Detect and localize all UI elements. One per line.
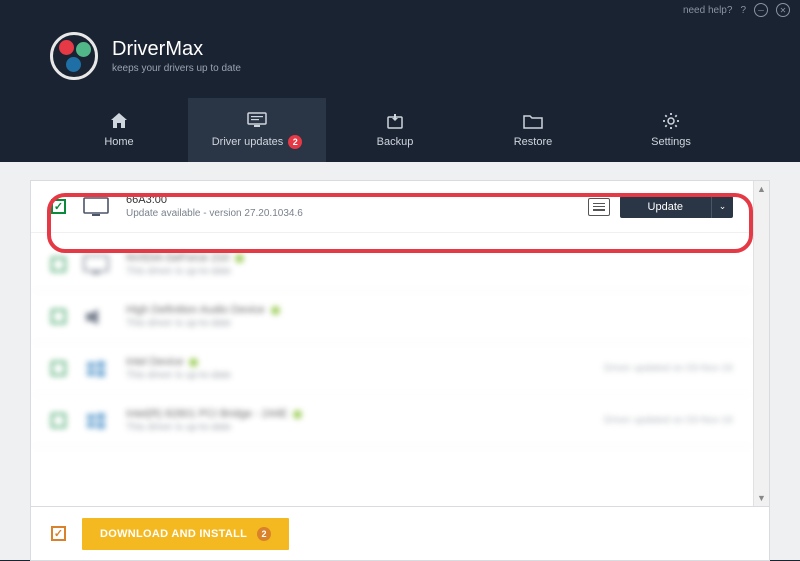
nav-driver-updates[interactable]: Driver updates 2 bbox=[188, 98, 326, 162]
driver-status: This driver is up-to-date bbox=[126, 370, 588, 381]
details-icon[interactable] bbox=[588, 198, 610, 216]
driver-row[interactable]: NVIDIA GeForce 210 This driver is up-to-… bbox=[31, 239, 753, 291]
driver-row[interactable]: Intel Device This driver is up-to-date D… bbox=[31, 343, 753, 395]
driver-name: High Definition Audio Device bbox=[126, 304, 265, 316]
scroll-up-icon[interactable]: ▲ bbox=[754, 181, 769, 197]
nav-label: Driver updates bbox=[212, 136, 284, 148]
driver-name: NVIDIA GeForce 210 bbox=[126, 252, 229, 264]
main-nav: Home Driver updates 2 Backup Restore Set… bbox=[0, 98, 800, 162]
app-title: DriverMax bbox=[112, 38, 241, 61]
nav-label: Settings bbox=[651, 136, 691, 148]
driver-checkbox[interactable] bbox=[51, 413, 66, 428]
minimize-button[interactable]: ─ bbox=[754, 3, 768, 17]
download-install-button[interactable]: DOWNLOAD AND INSTALL 2 bbox=[82, 518, 289, 550]
driver-checkbox[interactable] bbox=[51, 257, 66, 272]
driver-status: This driver is up-to-date bbox=[126, 318, 733, 329]
nav-settings[interactable]: Settings bbox=[602, 98, 740, 162]
windows-device-icon bbox=[82, 358, 110, 380]
update-button-label: Update bbox=[620, 201, 711, 213]
audio-device-icon bbox=[82, 306, 110, 328]
driver-note: Driver updated on 03-Nov-16 bbox=[604, 363, 733, 374]
backup-icon bbox=[385, 112, 405, 130]
monitor-device-icon bbox=[82, 196, 110, 218]
nav-label: Backup bbox=[377, 136, 414, 148]
driver-status: This driver is up-to-date bbox=[126, 422, 588, 433]
status-dot-icon bbox=[271, 306, 280, 315]
status-dot-icon bbox=[293, 410, 302, 419]
download-badge: 2 bbox=[257, 527, 271, 541]
app-logo-icon bbox=[50, 32, 98, 80]
status-dot-icon bbox=[189, 358, 198, 367]
driver-row[interactable]: High Definition Audio Device This driver… bbox=[31, 291, 753, 343]
driver-note: Driver updated on 03-Nov-16 bbox=[604, 415, 733, 426]
driver-checkbox[interactable] bbox=[51, 309, 66, 324]
folder-icon bbox=[523, 112, 543, 130]
driver-row-featured[interactable]: ✓ 66A3:00 Update available - version 27.… bbox=[31, 181, 753, 233]
monitor-icon bbox=[247, 111, 267, 129]
question-icon[interactable]: ? bbox=[740, 5, 746, 16]
update-button[interactable]: Update ⌄ bbox=[620, 196, 733, 218]
app-tagline: keeps your drivers up to date bbox=[112, 63, 241, 74]
select-all-checkbox[interactable]: ✓ bbox=[51, 526, 66, 541]
home-icon bbox=[109, 112, 129, 130]
nav-home[interactable]: Home bbox=[50, 98, 188, 162]
button-label: DOWNLOAD AND INSTALL bbox=[100, 528, 247, 540]
driver-status: Update available - version 27.20.1034.6 bbox=[126, 208, 572, 219]
driver-checkbox[interactable]: ✓ bbox=[51, 199, 66, 214]
driver-status: This driver is up-to-date bbox=[126, 266, 733, 277]
app-header: DriverMax keeps your drivers up to date bbox=[0, 20, 800, 98]
nav-backup[interactable]: Backup bbox=[326, 98, 464, 162]
driver-checkbox[interactable] bbox=[51, 361, 66, 376]
nav-label: Restore bbox=[514, 136, 553, 148]
gear-icon bbox=[661, 112, 681, 130]
close-button[interactable]: ✕ bbox=[776, 3, 790, 17]
status-dot-icon bbox=[235, 254, 244, 263]
action-bar: ✓ DOWNLOAD AND INSTALL 2 bbox=[30, 507, 770, 561]
help-link[interactable]: need help? bbox=[683, 5, 733, 16]
scrollbar[interactable]: ▲ ▼ bbox=[753, 181, 769, 506]
scroll-down-icon[interactable]: ▼ bbox=[754, 490, 769, 506]
driver-row[interactable]: Intel(R) 82801 PCI Bridge - 244E This dr… bbox=[31, 395, 753, 447]
updates-badge: 2 bbox=[288, 135, 302, 149]
windows-device-icon bbox=[82, 410, 110, 432]
monitor-device-icon bbox=[82, 254, 110, 276]
driver-list-panel: ✓ 66A3:00 Update available - version 27.… bbox=[30, 180, 770, 507]
driver-name: 66A3:00 bbox=[126, 194, 572, 206]
nav-restore[interactable]: Restore bbox=[464, 98, 602, 162]
update-dropdown-icon[interactable]: ⌄ bbox=[711, 196, 733, 218]
nav-label: Home bbox=[104, 136, 133, 148]
driver-name: Intel(R) 82801 PCI Bridge - 244E bbox=[126, 408, 287, 420]
driver-name: Intel Device bbox=[126, 356, 183, 368]
